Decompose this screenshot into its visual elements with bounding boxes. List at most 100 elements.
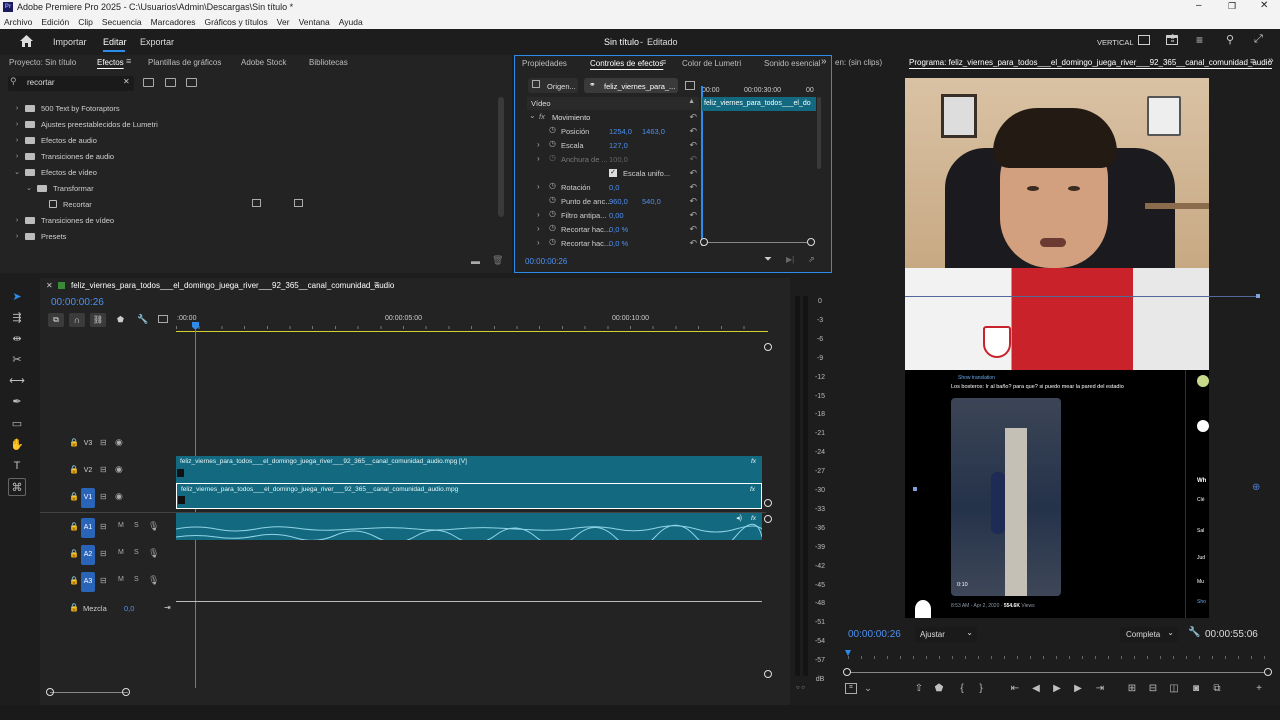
chevron-right-icon[interactable]: ›	[537, 238, 540, 247]
sync-lock-icon[interactable]: ⊟	[100, 492, 107, 501]
tab-menu-icon[interactable]: ≡	[1250, 56, 1255, 66]
tab-adobe-stock[interactable]: Adobe Stock	[241, 58, 286, 67]
ec-property-value[interactable]: 0,00	[609, 211, 624, 220]
transform-handle-left[interactable]	[913, 487, 917, 491]
reset-icon[interactable]: ↶	[689, 140, 697, 151]
ec-property-value-2[interactable]: 540,0	[642, 197, 661, 206]
solo-icon[interactable]: S	[134, 522, 139, 529]
microphone-icon[interactable]: 🎙	[148, 521, 159, 532]
new-bin-icon[interactable]: ▬	[471, 256, 480, 266]
chevron-right-icon[interactable]: ›	[12, 233, 22, 240]
clip-a1[interactable]: fx ◂)	[176, 513, 762, 540]
lock-icon[interactable]: 🔒	[69, 438, 79, 447]
lock-icon[interactable]: 🔒	[69, 576, 79, 585]
source-tab-button[interactable]: Origen...	[528, 78, 578, 93]
more-tabs-icon[interactable]: »	[1268, 55, 1274, 66]
go-to-in-icon[interactable]: ⇤	[1008, 683, 1022, 694]
mute-icon[interactable]: M	[118, 549, 124, 556]
add-button-icon[interactable]: +	[1252, 683, 1266, 694]
lock-icon[interactable]: 🔒	[69, 465, 79, 474]
mute-icon[interactable]: M	[118, 576, 124, 583]
chevron-right-icon[interactable]: ›	[12, 217, 22, 224]
stopwatch-icon[interactable]: ◷	[549, 237, 556, 246]
home-icon[interactable]	[20, 35, 33, 47]
tab-efectos[interactable]: Efectos	[97, 58, 124, 67]
hand-tool-icon[interactable]: ✋	[8, 436, 26, 454]
stopwatch-icon[interactable]: ◷	[549, 209, 556, 218]
stopwatch-icon[interactable]: ◷	[549, 139, 556, 148]
tab-controles-efectos[interactable]: Controles de efectos	[590, 59, 663, 68]
stopwatch-icon[interactable]: ◷	[549, 153, 556, 162]
mute-icon[interactable]: M	[118, 522, 124, 529]
share-icon[interactable]: ⇪	[1168, 32, 1177, 45]
tab-menu-icon[interactable]: ≡	[126, 56, 131, 66]
ec-property-value[interactable]: 0,0 %	[609, 225, 628, 234]
play-audio-icon[interactable]: ▶|	[786, 255, 794, 264]
nest-icon[interactable]: ⧉	[48, 313, 64, 327]
effects-search-field[interactable]: ⚲ recortar ✕	[8, 76, 134, 91]
sync-lock-icon[interactable]: ⊟	[100, 576, 107, 585]
reset-icon[interactable]: ↶	[689, 182, 697, 193]
settings-wrench-icon[interactable]: 🔧	[137, 314, 148, 325]
ec-property-row[interactable]: › ◷ Filtro antipa... 0,00 ↶	[527, 209, 699, 223]
snap-icon[interactable]: ∩	[69, 313, 85, 327]
track-target-a3[interactable]: A3	[81, 572, 95, 592]
chevron-right-icon[interactable]: ›	[12, 137, 22, 144]
mix-go-to-end-icon[interactable]: ⇥	[164, 603, 171, 612]
mark-in-icon[interactable]: {	[955, 683, 969, 694]
lock-icon[interactable]: 🔒	[69, 492, 79, 501]
ec-property-row[interactable]: › ◷ Rotación 0,0 ↶	[527, 181, 699, 195]
microphone-icon[interactable]: 🎙	[148, 548, 159, 559]
effects-tree-item[interactable]: ⌄ Efectos de vídeo	[12, 164, 97, 180]
ec-property-value[interactable]: 0,0 %	[609, 239, 628, 248]
tab-proyecto[interactable]: Proyecto: Sin título	[9, 58, 76, 67]
stopwatch-icon[interactable]: ◷	[549, 195, 556, 204]
chevron-right-icon[interactable]: ›	[537, 140, 540, 149]
program-current-time[interactable]: 00:00:00:26	[848, 629, 901, 640]
export-icon[interactable]: ⇗	[808, 255, 815, 264]
go-to-out-icon[interactable]: ⇥	[1093, 683, 1107, 694]
menu-graficos[interactable]: Gráficos y títulos	[204, 17, 267, 27]
linked-selection-icon[interactable]: ⛓	[90, 313, 106, 327]
stopwatch-icon[interactable]: ◷	[549, 181, 556, 190]
chevron-down-icon[interactable]: ⌄	[529, 111, 536, 120]
menu-archivo[interactable]: Archivo	[4, 17, 32, 27]
tab-color-lumetri[interactable]: Color de Lumetri	[682, 59, 741, 68]
ec-property-value-2[interactable]: 1463,0	[642, 127, 665, 136]
insert-icon[interactable]: ⊞	[1125, 683, 1139, 694]
work-area-bar[interactable]	[176, 331, 768, 332]
compare-icon[interactable]: ◫	[1167, 683, 1181, 694]
scroll-marker-audio[interactable]	[764, 515, 772, 523]
effects-tree-item[interactable]: › Transiciones de vídeo	[12, 212, 114, 228]
program-scrub-bar[interactable]	[845, 650, 1268, 660]
chevron-right-icon[interactable]: ›	[537, 224, 540, 233]
effects-scrollbar[interactable]	[498, 97, 504, 217]
fit-dropdown[interactable]: Ajustar ⌄	[915, 627, 977, 642]
effects-tree-item[interactable]: › 500 Text by Fotoraptors	[12, 100, 120, 116]
scroll-marker-top[interactable]	[764, 343, 772, 351]
clip-tab-button[interactable]: ⚭ feliz_viernes_para_...	[584, 78, 678, 93]
solo-icon[interactable]: S	[134, 576, 139, 583]
slip-tool-icon[interactable]: ⟷	[8, 372, 26, 390]
sequence-tab[interactable]: feliz_viernes_para_todos___el_domingo_ju…	[71, 281, 394, 290]
effects-tree-item[interactable]: › Presets	[12, 228, 67, 244]
expand-icon[interactable]: ⤢	[1254, 33, 1263, 46]
ec-property-row[interactable]: › ◷ Recortar hac... 0,0 % ↶	[527, 237, 699, 251]
mix-value[interactable]: 0,0	[124, 604, 134, 613]
menu-lines-icon[interactable]: ≡	[1196, 33, 1203, 47]
overwrite-icon[interactable]: ⊟	[1146, 683, 1160, 694]
menu-edicion[interactable]: Edición	[41, 17, 69, 27]
ec-property-value[interactable]: 0,0	[609, 183, 619, 192]
ec-vscrollbar[interactable]	[817, 97, 821, 169]
minimize-icon[interactable]: –	[1196, 0, 1202, 11]
ec-property-value[interactable]: 960,0	[609, 197, 628, 206]
chevron-right-icon[interactable]: ›	[12, 153, 22, 160]
ec-property-row[interactable]: › ◷ Recortar hac... 0,0 % ↶	[527, 223, 699, 237]
accelerated-effects-icon[interactable]	[143, 78, 154, 87]
eye-icon[interactable]: ◉	[115, 491, 123, 502]
reset-icon[interactable]: ↶	[689, 168, 697, 179]
close-sequence-icon[interactable]: ✕	[46, 281, 53, 290]
nav-exportar[interactable]: Exportar	[140, 37, 174, 47]
eye-icon[interactable]: ◉	[115, 464, 123, 475]
menu-marcadores[interactable]: Marcadores	[151, 17, 196, 27]
